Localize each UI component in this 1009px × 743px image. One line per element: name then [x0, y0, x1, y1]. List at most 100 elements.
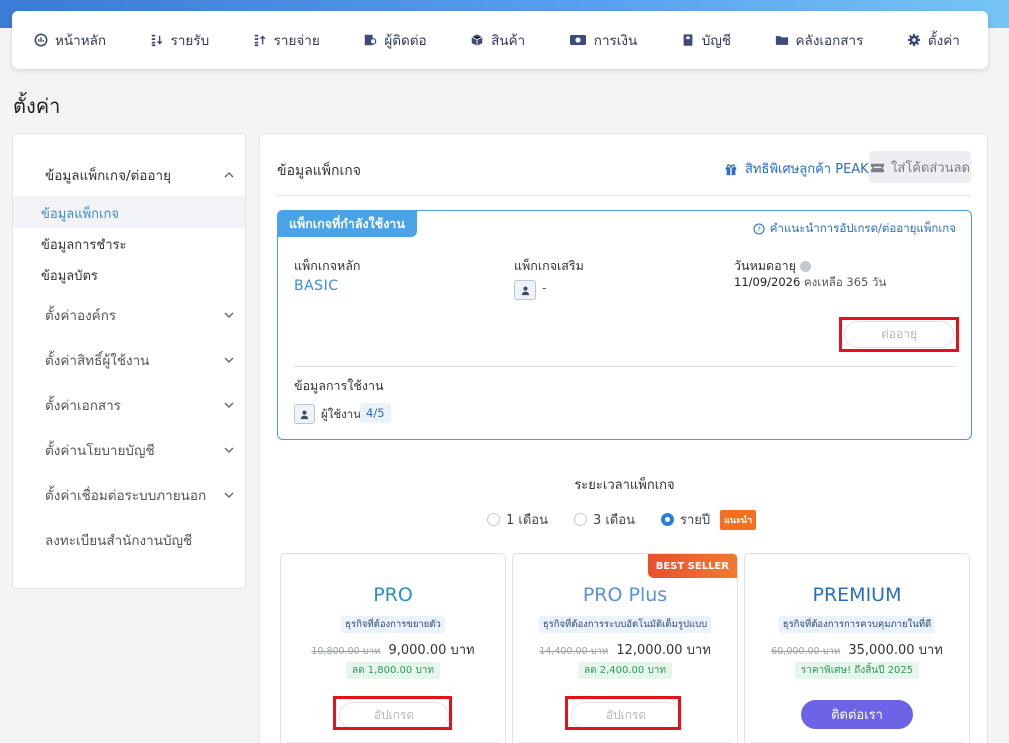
expire-remaining: คงเหลือ 365 วัน	[803, 275, 887, 289]
duration-title: ระยะเวลาแพ็กเกจ	[574, 478, 675, 493]
upgrade-guide-label: คำแนะนำการอัปเกรด/ต่ออายุแพ็กเกจ	[769, 221, 956, 235]
chevron-down-icon	[224, 447, 234, 453]
best-seller-badge: BEST SELLER	[647, 554, 737, 578]
nav-label: สินค้า	[491, 33, 526, 49]
nav-item-accounting[interactable]: บัญชี	[681, 29, 731, 51]
duration-option-yearly[interactable]: รายปี แนะนำ	[660, 509, 757, 530]
folder-icon	[775, 33, 789, 47]
sidebar-item-label: ลงทะเบียนสำนักงานบัญชี	[45, 533, 193, 549]
contact-us-button[interactable]: ติดต่อเรา	[801, 700, 913, 729]
income-icon	[150, 33, 164, 47]
nav-label: ผู้ติดต่อ	[384, 33, 427, 49]
radio-circle-selected	[660, 513, 674, 526]
nav-item-documents[interactable]: คลังเอกสาร	[775, 29, 863, 51]
panel-title: ข้อมูลแพ็กเกจ	[277, 163, 361, 179]
sidebar-item-user-rights[interactable]: ตั้งค่าสิทธิ์ผู้ใช้งาน	[45, 349, 235, 371]
sidebar-group-package[interactable]: ข้อมูลแพ็กเกจ/ต่ออายุ	[45, 164, 235, 186]
plan-desc: ธุรกิจที่ต้องการขยายตัว	[281, 616, 505, 633]
plan-discount: ลด 1,800.00 บาท	[281, 662, 505, 679]
plan-price: 12,000.00 บาท	[616, 643, 711, 658]
recommend-badge: แนะนำ	[720, 509, 757, 530]
nav-item-finance[interactable]: การเงิน	[569, 29, 637, 51]
main-navbar: หน้าหลัก รายรับ รายจ่าย ผู้ติดต่อ สินค้า…	[12, 11, 988, 69]
upgrade-guide-link[interactable]: ? คำแนะนำการอัปเกรด/ต่ออายุแพ็กเกจ	[753, 220, 956, 238]
radio-label: 3 เดือน	[592, 513, 635, 528]
highlight-box	[839, 317, 959, 352]
plan-desc-text: ธุรกิจที่ต้องการขยายตัว	[341, 616, 445, 633]
user-icon	[294, 404, 315, 424]
sidebar-item-label: ตั้งค่าสิทธิ์ผู้ใช้งาน	[45, 353, 150, 369]
duration-option-3-months[interactable]: 3 เดือน	[573, 509, 635, 530]
contacts-icon	[363, 33, 377, 47]
sidebar-item-accounting-policy[interactable]: ตั้งค่านโยบายบัญชี	[45, 439, 235, 461]
current-divider	[294, 366, 956, 367]
plan-old-price: 10,800.00 บาท	[311, 646, 381, 657]
highlight-box	[333, 696, 452, 730]
dashboard-icon	[34, 33, 48, 47]
discount-code-button[interactable]: ใส่โค้ดส่วนลด	[869, 151, 971, 183]
nav-item-settings[interactable]: ตั้งค่า	[907, 29, 960, 51]
main-package-label: แพ็กเกจหลัก	[294, 258, 361, 273]
radio-label: รายปี	[679, 513, 711, 528]
chevron-down-icon	[224, 492, 234, 498]
plan-desc: ธุรกิจที่ต้องการระบบอัตโนมัติเต็มรูปแบบ	[513, 616, 737, 633]
nav-label: หน้าหลัก	[55, 33, 107, 49]
sidebar-item-integrations[interactable]: ตั้งค่าเชื่อมต่อระบบภายนอก	[45, 484, 235, 506]
user-icon	[514, 280, 536, 300]
sidebar-item-label: ตั้งค่านโยบายบัญชี	[45, 443, 155, 459]
sidebar-item-label: ตั้งค่าเชื่อมต่อระบบภายนอก	[45, 488, 207, 504]
nav-item-home[interactable]: หน้าหลัก	[34, 29, 106, 51]
help-circle-icon: ?	[753, 223, 765, 235]
plan-old-price: 60,000.00 บาท	[771, 646, 841, 657]
expire-date: 11/09/2026	[734, 275, 801, 289]
current-package-box: แพ็กเกจที่กำลังใช้งาน ? คำแนะนำการอัปเกร…	[277, 210, 972, 440]
discount-code-label: ใส่โค้ดส่วนลด	[891, 160, 970, 176]
sidebar-item-organization[interactable]: ตั้งค่าองค์กร	[45, 304, 235, 326]
radio-circle	[573, 513, 587, 526]
ledger-icon	[681, 33, 695, 47]
addon-package-label: แพ็กเกจเสริม	[514, 258, 584, 273]
radio-label: 1 เดือน	[506, 513, 548, 528]
nav-label: บัญชี	[701, 33, 731, 49]
peak-privilege-link[interactable]: สิทธิพิเศษลูกค้า PEAK	[724, 158, 869, 179]
gear-icon	[907, 33, 921, 47]
expire-label-row: วันหมดอายุ	[734, 256, 812, 276]
plan-discount: ลด 2,400.00 บาท	[513, 662, 737, 679]
users-label: ผู้ใช้งาน	[321, 407, 362, 421]
sidebar-item-card-info[interactable]: ข้อมูลบัตร	[41, 265, 98, 286]
sidebar-item-payment-info[interactable]: ข้อมูลการชำระ	[41, 234, 126, 255]
plan-discount: ราคาพิเศษ! ถึงสิ้นปี 2025	[745, 662, 969, 679]
svg-text:?: ?	[757, 226, 761, 234]
nav-label: ตั้งค่า	[927, 33, 960, 49]
sidebar-item-documents[interactable]: ตั้งค่าเอกสาร	[45, 394, 235, 416]
settings-sidebar: ข้อมูลแพ็กเกจ/ต่ออายุ ข้อมูลแพ็กเกจ ข้อม…	[12, 133, 246, 589]
plan-name: PREMIUM	[812, 584, 902, 606]
plan-discount-text: ราคาพิเศษ! ถึงสิ้นปี 2025	[794, 662, 920, 679]
nav-item-income[interactable]: รายรับ	[150, 29, 209, 51]
box-icon	[470, 33, 484, 47]
nav-item-expense[interactable]: รายจ่าย	[253, 29, 320, 51]
sidebar-item-accounting-office[interactable]: ลงทะเบียนสำนักงานบัญชี	[45, 529, 235, 551]
sidebar-item-label: ตั้งค่าองค์กร	[45, 308, 117, 324]
radio-circle	[487, 513, 500, 526]
plan-price-row: 60,000.00 บาท 35,000.00 บาท	[745, 639, 969, 660]
nav-item-products[interactable]: สินค้า	[470, 29, 525, 51]
ticket-icon	[870, 163, 885, 172]
sidebar-group-label: ข้อมูลแพ็กเกจ/ต่ออายุ	[45, 168, 172, 184]
sidebar-item-package-info[interactable]: ข้อมูลแพ็กเกจ	[41, 203, 119, 224]
plan-old-price: 14,400.00 บาท	[539, 646, 609, 657]
duration-radio-group: 1 เดือน 3 เดือน รายปี แนะนำ	[487, 509, 757, 530]
current-package-tag: แพ็กเกจที่กำลังใช้งาน	[277, 210, 417, 237]
plan-price: 9,000.00 บาท	[388, 643, 475, 658]
sidebar-item-label: ตั้งค่าเอกสาร	[45, 398, 121, 414]
plan-price-row: 10,800.00 บาท 9,000.00 บาท	[281, 639, 505, 660]
panel-divider	[277, 195, 970, 196]
chevron-down-icon	[224, 312, 234, 318]
money-icon	[569, 33, 587, 47]
plan-price-row: 14,400.00 บาท 12,000.00 บาท	[513, 639, 737, 660]
nav-item-contacts[interactable]: ผู้ติดต่อ	[363, 29, 427, 51]
duration-option-1-month[interactable]: 1 เดือน	[487, 509, 548, 530]
expense-icon	[253, 33, 267, 47]
chevron-down-icon	[224, 357, 234, 363]
chevron-down-icon	[224, 402, 234, 408]
